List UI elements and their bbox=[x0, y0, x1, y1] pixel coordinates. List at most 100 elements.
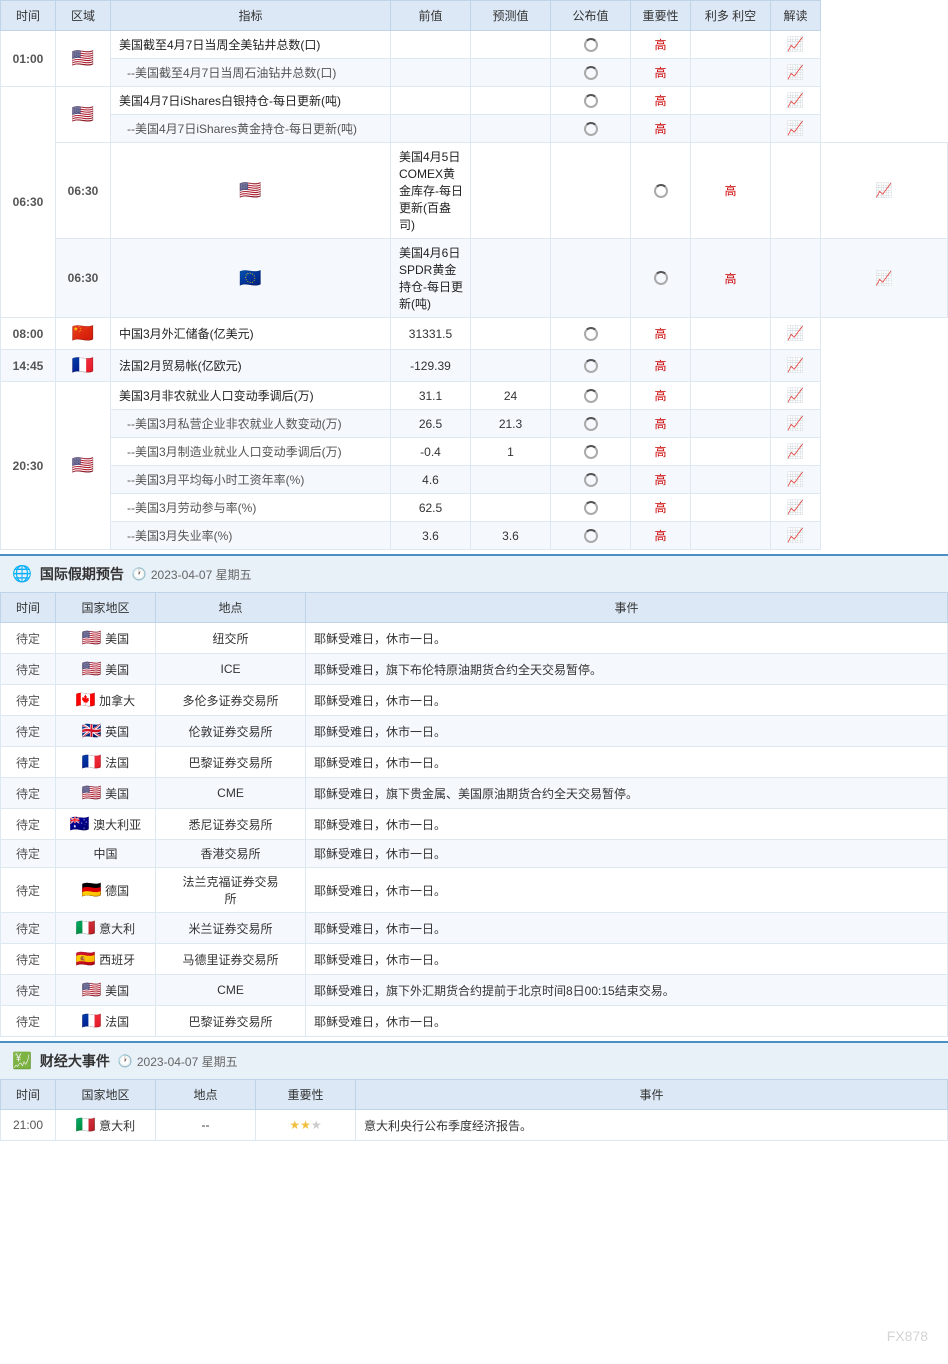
prev-cell bbox=[471, 239, 551, 318]
table-row: --美国3月劳动参与率(%)62.5高📈 bbox=[1, 494, 948, 522]
fin-col-event: 事件 bbox=[356, 1080, 948, 1110]
importance-cell: 高 bbox=[631, 438, 691, 466]
chart-cell[interactable]: 📈 bbox=[821, 143, 948, 239]
holiday-location: ICE bbox=[156, 654, 306, 685]
country-name: 美国 bbox=[105, 663, 129, 677]
loading-spinner bbox=[584, 94, 598, 108]
holiday-time: 待定 bbox=[1, 868, 56, 913]
holiday-col-country: 国家地区 bbox=[56, 593, 156, 623]
flag-icon: 🇬🇧 bbox=[82, 723, 102, 740]
loading-spinner bbox=[584, 529, 598, 543]
lido-cell bbox=[691, 31, 771, 59]
chart-cell[interactable]: 📈 bbox=[771, 382, 821, 410]
col-region: 区域 bbox=[56, 1, 111, 31]
indicator-cell: --美国4月7日iShares黄金持仓-每日更新(吨) bbox=[111, 115, 391, 143]
table-row: 06:30🇺🇸美国4月7日iShares白银持仓-每日更新(吨)高📈 bbox=[1, 87, 948, 115]
holiday-country: 🇺🇸 美国 bbox=[56, 975, 156, 1006]
importance-cell: 高 bbox=[631, 350, 691, 382]
importance-cell: 高 bbox=[631, 31, 691, 59]
holiday-location: 巴黎证券交易所 bbox=[156, 747, 306, 778]
holiday-location: 悉尼证券交易所 bbox=[156, 809, 306, 840]
chart-cell[interactable]: 📈 bbox=[771, 31, 821, 59]
holiday-country: 🇺🇸 美国 bbox=[56, 654, 156, 685]
table-row: 20:30🇺🇸美国3月非农就业人口变动季调后(万)31.124高📈 bbox=[1, 382, 948, 410]
prev-cell: 31.1 bbox=[391, 382, 471, 410]
col-prev: 前值 bbox=[391, 1, 471, 31]
chart-cell[interactable]: 📈 bbox=[771, 522, 821, 550]
loading-spinner bbox=[584, 122, 598, 136]
loading-spinner bbox=[584, 359, 598, 373]
holiday-event: 耶稣受难日，休市一日。 bbox=[306, 868, 948, 913]
chart-cell[interactable]: 📈 bbox=[771, 466, 821, 494]
col-analysis: 解读 bbox=[771, 1, 821, 31]
forecast-cell: 21.3 bbox=[471, 410, 551, 438]
actual-cell bbox=[551, 410, 631, 438]
chart-icon: 📈 bbox=[787, 499, 804, 515]
chart-cell[interactable]: 📈 bbox=[771, 438, 821, 466]
indicator-cell: --美国3月制造业就业人口变动季调后(万) bbox=[111, 438, 391, 466]
fin-importance: ★★★ bbox=[256, 1110, 356, 1141]
importance-cell: 高 bbox=[631, 382, 691, 410]
flag-icon: 🇺🇸 bbox=[82, 630, 102, 647]
time-cell: 01:00 bbox=[1, 31, 56, 87]
country-name: 美国 bbox=[105, 984, 129, 998]
chart-cell[interactable]: 📈 bbox=[771, 59, 821, 87]
chart-cell[interactable]: 📈 bbox=[771, 494, 821, 522]
holiday-row: 待定🇮🇹 意大利米兰证券交易所耶稣受难日，休市一日。 bbox=[1, 913, 948, 944]
table-row: 01:00🇺🇸美国截至4月7日当周全美钻井总数(口)高📈 bbox=[1, 31, 948, 59]
chart-icon: 📈 bbox=[787, 471, 804, 487]
lido-cell bbox=[691, 318, 771, 350]
fin-col-location: 地点 bbox=[156, 1080, 256, 1110]
holiday-location: CME bbox=[156, 778, 306, 809]
prev-cell bbox=[391, 59, 471, 87]
flag-icon: 🇺🇸 bbox=[82, 982, 102, 999]
table-row: 06:30🇪🇺美国4月6日SPDR黄金持仓-每日更新(吨)高📈 bbox=[1, 239, 948, 318]
prev-cell: 4.6 bbox=[391, 466, 471, 494]
chart-cell[interactable]: 📈 bbox=[771, 115, 821, 143]
holiday-col-time: 时间 bbox=[1, 593, 56, 623]
loading-spinner bbox=[584, 327, 598, 341]
clock-icon: 🕐 bbox=[132, 567, 147, 581]
indicator-cell: 美国4月6日SPDR黄金持仓-每日更新(吨) bbox=[391, 239, 471, 318]
flag-icon: 🇺🇸 bbox=[82, 661, 102, 678]
lido-cell bbox=[691, 382, 771, 410]
table-row: --美国3月平均每小时工资年率(%)4.6高📈 bbox=[1, 466, 948, 494]
holiday-row: 待定🇫🇷 法国巴黎证券交易所耶稣受难日，休市一日。 bbox=[1, 1006, 948, 1037]
finance-section-header: 💹 财经大事件 🕐 2023-04-07 星期五 bbox=[0, 1041, 948, 1079]
table-row: --美国3月失业率(%)3.63.6高📈 bbox=[1, 522, 948, 550]
holiday-table: 时间 国家地区 地点 事件 待定🇺🇸 美国纽交所耶稣受难日，休市一日。待定🇺🇸 … bbox=[0, 592, 948, 1037]
chart-cell[interactable]: 📈 bbox=[771, 87, 821, 115]
actual-cell bbox=[551, 115, 631, 143]
importance-cell: 高 bbox=[691, 239, 771, 318]
flag-icon: 🇫🇷 bbox=[82, 754, 102, 771]
holiday-row: 待定🇬🇧 英国伦敦证券交易所耶稣受难日，休市一日。 bbox=[1, 716, 948, 747]
importance-cell: 高 bbox=[631, 466, 691, 494]
holiday-row: 待定🇺🇸 美国CME耶稣受难日，旗下贵金属、美国原油期货合约全天交易暂停。 bbox=[1, 778, 948, 809]
loading-spinner bbox=[584, 66, 598, 80]
chart-cell[interactable]: 📈 bbox=[771, 350, 821, 382]
chart-icon: 📈 bbox=[875, 270, 892, 286]
loading-spinner bbox=[584, 445, 598, 459]
holiday-country: 🇺🇸 美国 bbox=[56, 623, 156, 654]
country-name: 英国 bbox=[105, 725, 129, 739]
chart-icon: 📈 bbox=[787, 357, 804, 373]
importance-cell: 高 bbox=[631, 318, 691, 350]
lido-cell bbox=[691, 410, 771, 438]
forecast-cell bbox=[551, 239, 631, 318]
holiday-time: 待定 bbox=[1, 1006, 56, 1037]
country-name: 法国 bbox=[105, 1015, 129, 1029]
time-cell: 14:45 bbox=[1, 350, 56, 382]
col-importance: 重要性 bbox=[631, 1, 691, 31]
chart-cell[interactable]: 📈 bbox=[771, 410, 821, 438]
flag-icon: 🇩🇪 bbox=[82, 882, 102, 899]
importance-cell: 高 bbox=[631, 115, 691, 143]
prev-cell bbox=[391, 87, 471, 115]
indicator-cell: 中国3月外汇储备(亿美元) bbox=[111, 318, 391, 350]
holiday-event: 耶稣受难日，休市一日。 bbox=[306, 944, 948, 975]
holiday-country: 🇪🇸 西班牙 bbox=[56, 944, 156, 975]
clock-icon2: 🕐 bbox=[118, 1054, 133, 1068]
country-name: 意大利 bbox=[99, 922, 135, 936]
holiday-event: 耶稣受难日，旗下外汇期货合约提前于北京时间8日00:15结束交易。 bbox=[306, 975, 948, 1006]
chart-cell[interactable]: 📈 bbox=[821, 239, 948, 318]
chart-cell[interactable]: 📈 bbox=[771, 318, 821, 350]
